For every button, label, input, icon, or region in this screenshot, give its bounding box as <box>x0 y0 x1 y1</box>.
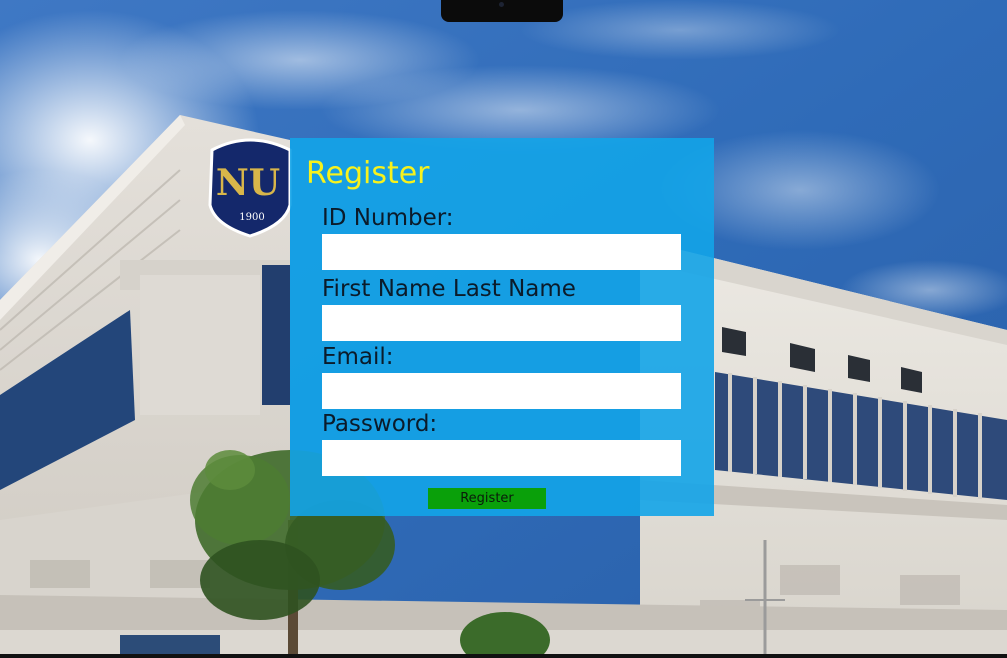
full-name-input[interactable] <box>322 305 681 341</box>
password-input[interactable] <box>322 440 681 476</box>
password-label: Password: <box>322 411 438 437</box>
camera-icon <box>499 2 504 7</box>
logo-initials: NU <box>216 162 280 204</box>
register-button[interactable]: Register <box>428 488 546 509</box>
nu-crest-logo: NU 1900 <box>208 138 292 238</box>
register-form: Register ID Number: First Name Last Name… <box>290 138 714 516</box>
form-title: Register <box>306 156 430 191</box>
screen-bottom-edge <box>0 654 1007 658</box>
id-number-input[interactable] <box>322 234 681 270</box>
full-name-label: First Name Last Name <box>322 276 576 302</box>
logo-year: 1900 <box>239 212 264 223</box>
email-input[interactable] <box>322 373 681 409</box>
camera-notch <box>441 0 563 22</box>
email-label: Email: <box>322 344 394 370</box>
id-number-label: ID Number: <box>322 205 454 231</box>
